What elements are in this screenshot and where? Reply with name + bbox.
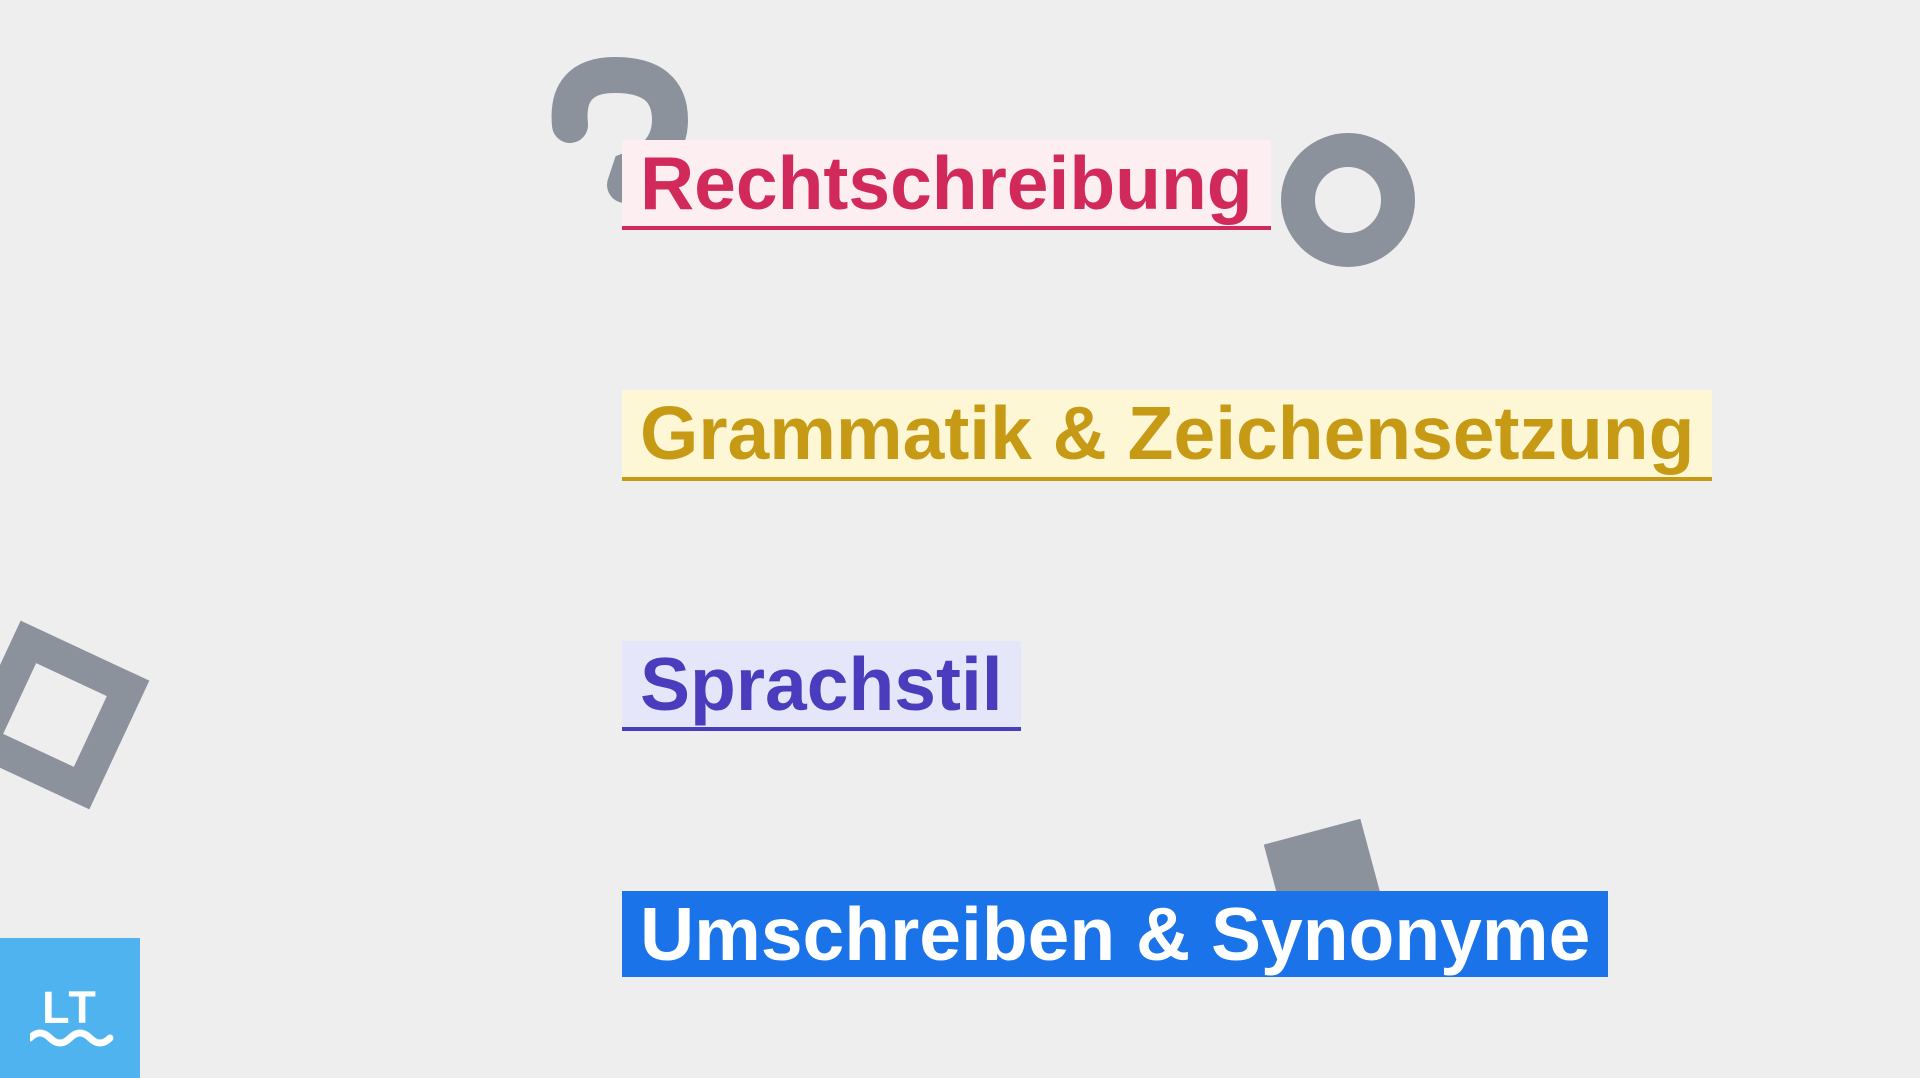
category-spelling: Rechtschreibung xyxy=(622,140,1271,230)
logo-text: LT xyxy=(42,982,98,1034)
decoration-square-left xyxy=(0,600,150,825)
category-style: Sprachstil xyxy=(622,641,1021,731)
logo-badge: LT xyxy=(0,938,140,1078)
logo-wave-icon xyxy=(30,1028,115,1048)
category-rewrite: Umschreiben & Synonyme xyxy=(622,891,1608,977)
categories-list: Rechtschreibung Grammatik & Zeichensetzu… xyxy=(622,140,1712,977)
category-grammar: Grammatik & Zeichensetzung xyxy=(622,390,1712,480)
